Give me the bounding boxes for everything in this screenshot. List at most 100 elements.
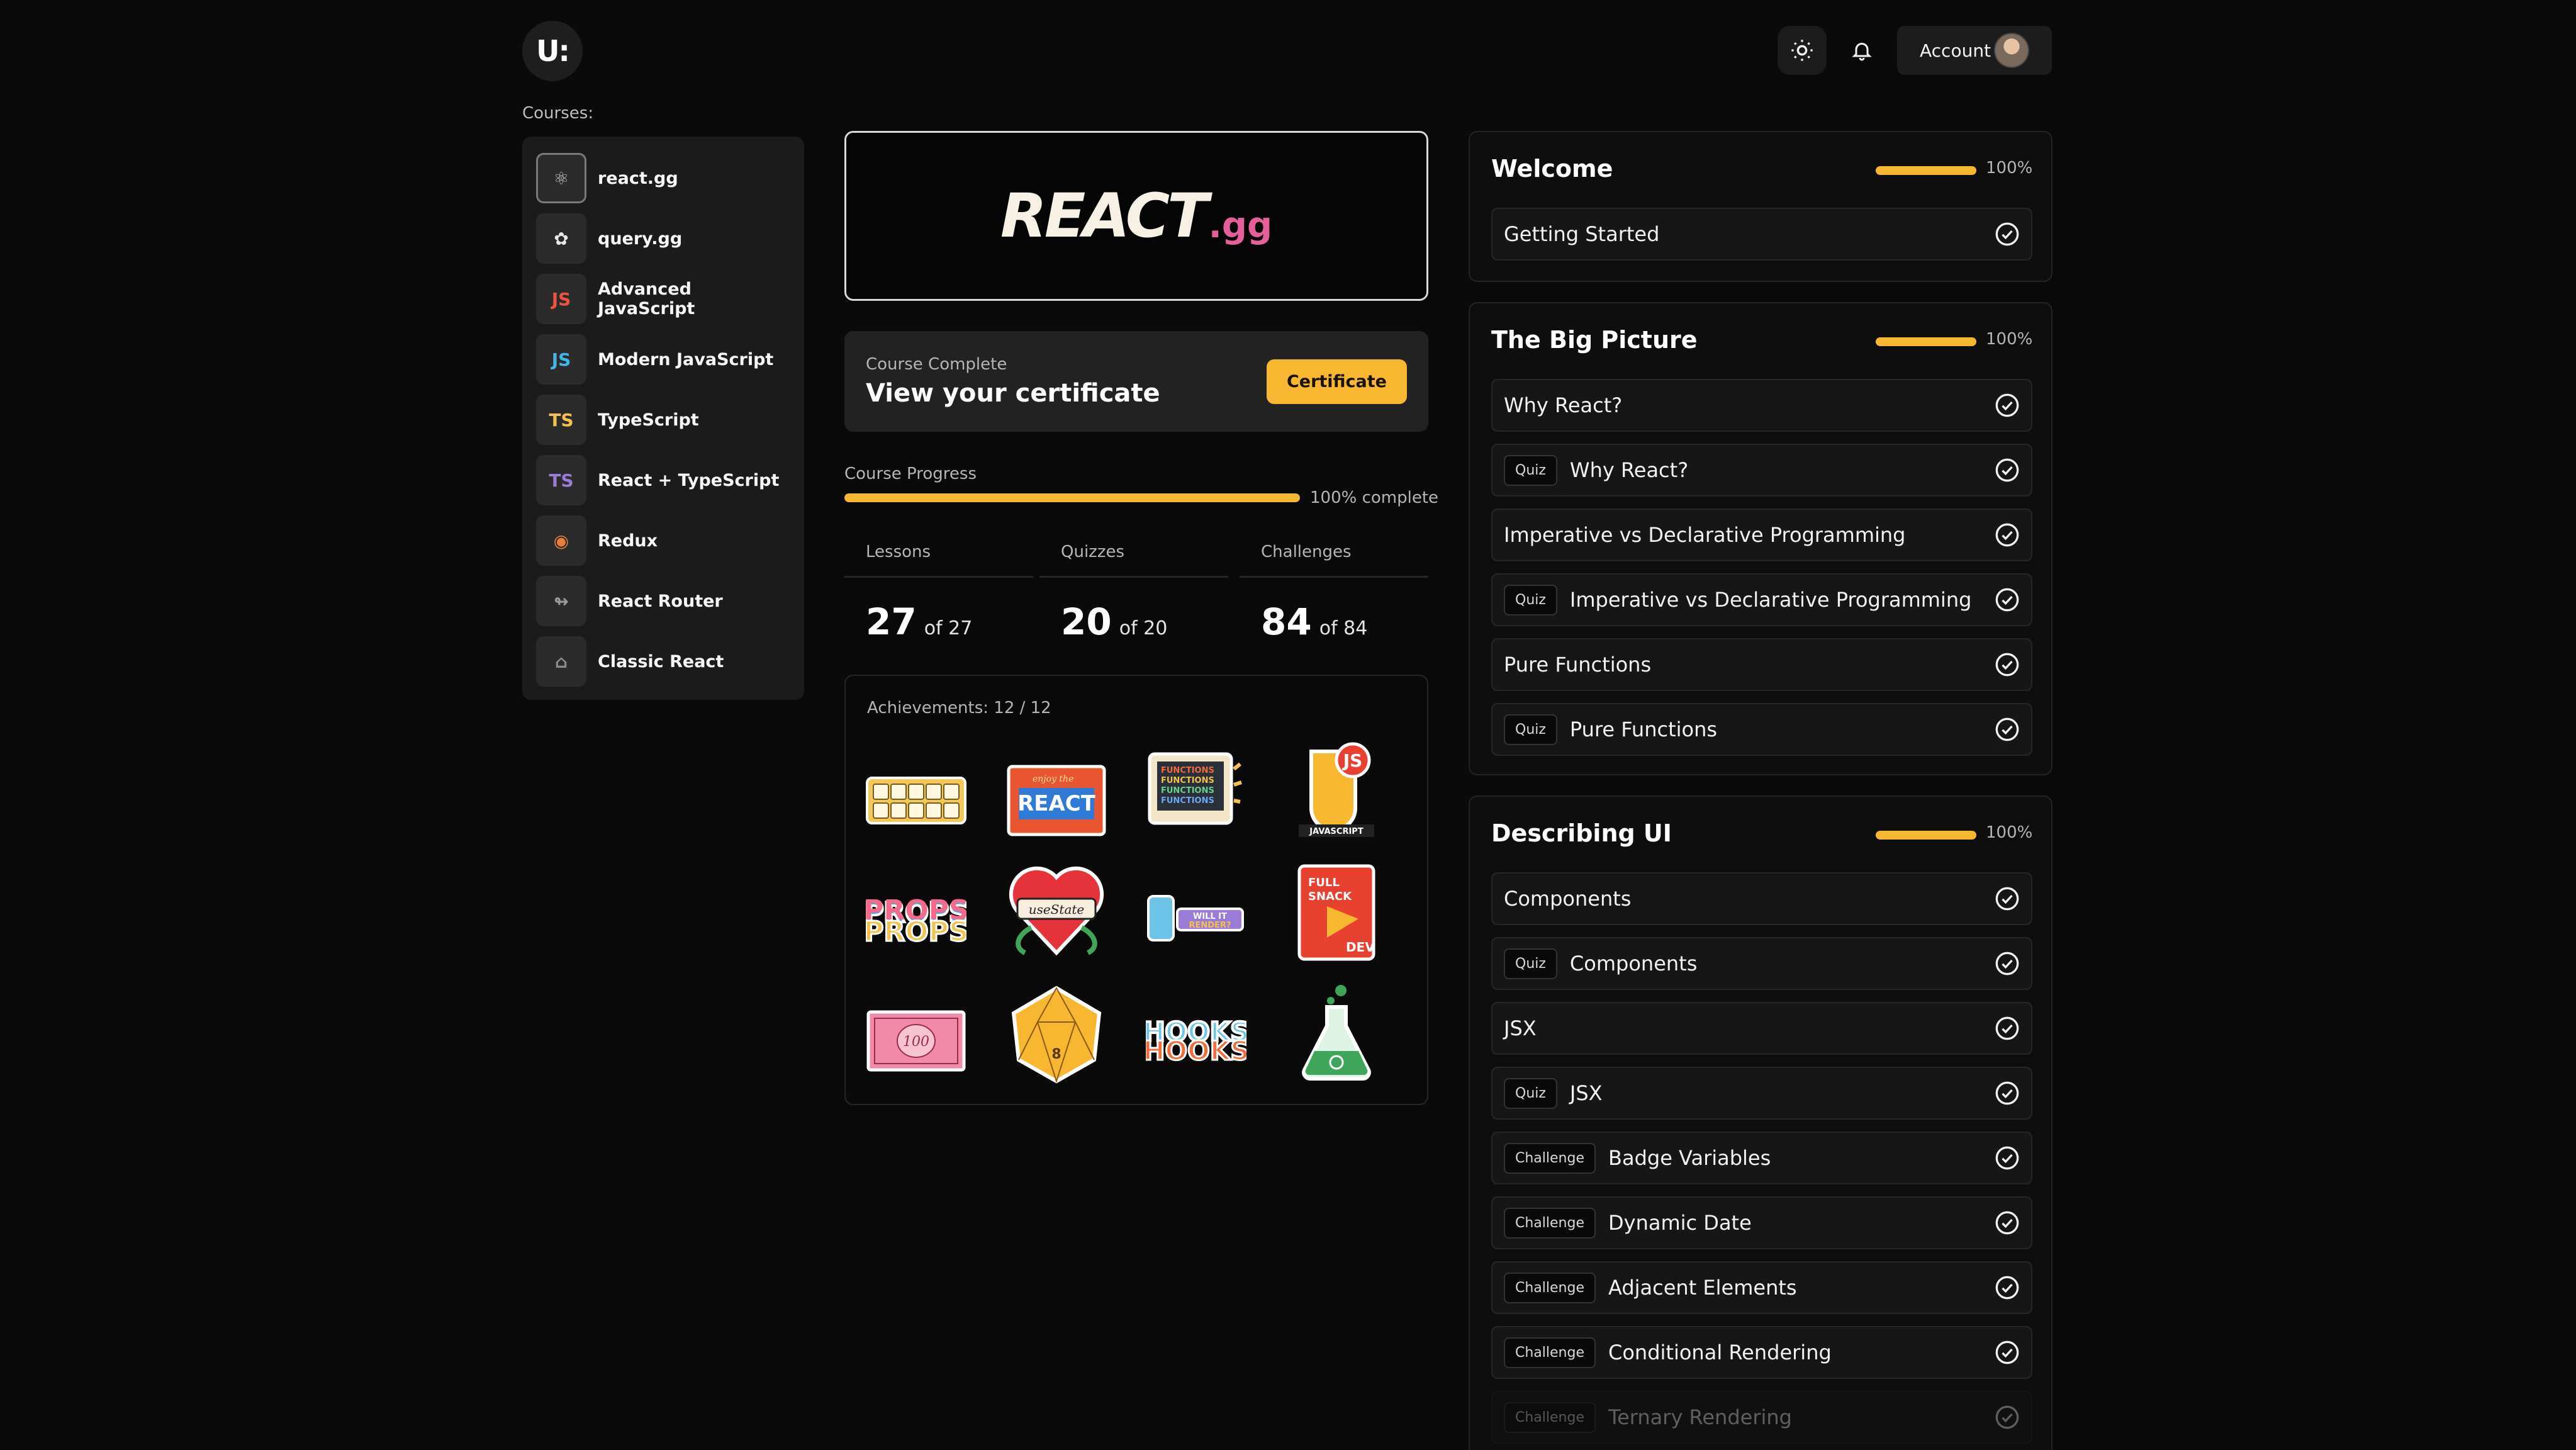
brand-title: REACT (1000, 181, 1209, 251)
hooks-sticker[interactable]: HOOKS HOOKS (1146, 991, 1246, 1091)
lesson-label: Components (1569, 952, 1698, 975)
lesson-label: Badge Variables (1608, 1146, 1771, 1170)
lesson-row[interactable]: Challenge Ternary Rendering (1491, 1391, 2032, 1444)
sidebar-item-label: Modern JavaScript (598, 349, 774, 369)
quiz-tag: Quiz (1504, 714, 1557, 745)
sidebar-item-redux[interactable]: ◉ Redux (536, 510, 790, 571)
svg-text:DEV: DEV (1346, 940, 1375, 955)
section-progress-bar (1876, 831, 1976, 840)
section-title: Welcome (1491, 155, 1613, 183)
bell-icon (1852, 43, 1872, 61)
course-progress-fill (844, 493, 1300, 502)
achievements-card: Achievements: 12 / 12 REACT enjoy the FU… (844, 675, 1428, 1105)
lesson-label: Dynamic Date (1608, 1211, 1752, 1235)
dice-sticker[interactable]: 8 (1006, 984, 1107, 1085)
lesson-row[interactable]: Why React? (1491, 379, 2032, 432)
use-state-heart-sticker[interactable]: useState (1006, 858, 1107, 959)
svg-text:useState: useState (1029, 902, 1085, 917)
full-snack-dev-sticker[interactable]: FULL SNACK DEV (1286, 862, 1387, 963)
sidebar-item-modern-javascript[interactable]: JS Modern JavaScript (536, 329, 790, 390)
course-progress-label: Course Progress (844, 464, 977, 483)
stat-label: Lessons (844, 542, 1033, 578)
svg-text:100: 100 (903, 1034, 929, 1050)
check-circle-icon (1995, 653, 2019, 677)
section-title: The Big Picture (1491, 326, 1698, 354)
course-status: Course Complete (866, 355, 1007, 374)
sidebar-item-label: React Router (598, 591, 723, 611)
check-circle-icon (1995, 1211, 2019, 1235)
section-the-big-picture: The Big Picture 100% Why React? Quiz Why Rea… (1469, 302, 2052, 775)
lesson-row[interactable]: Challenge Conditional Rendering (1491, 1326, 2032, 1379)
svg-text:HOOKS: HOOKS (1146, 1035, 1246, 1066)
stat-challenges: Challenges 84 of 84 (1240, 542, 1428, 643)
svg-text:SNACK: SNACK (1308, 890, 1352, 903)
lesson-row[interactable]: Imperative vs Declarative Programming (1491, 509, 2032, 561)
lesson-row[interactable]: JSX (1491, 1002, 2032, 1055)
lesson-row[interactable]: Quiz Imperative vs Declarative Programmin… (1491, 573, 2032, 626)
lesson-row[interactable]: Challenge Badge Variables (1491, 1132, 2032, 1184)
lesson-row[interactable]: Challenge Dynamic Date (1491, 1196, 2032, 1249)
svg-text:enjoy the: enjoy the (1033, 774, 1073, 784)
check-circle-icon (1995, 1340, 2019, 1364)
section-percent: 100% (1986, 823, 2033, 842)
hundred-bill-sticker[interactable]: 100 (866, 991, 966, 1091)
sidebar-item-advanced-javascript[interactable]: JS Advanced JavaScript (536, 269, 790, 329)
sidebar-item-react-router[interactable]: ↬ React Router (536, 571, 790, 631)
query-gg-icon: ✿ (536, 213, 586, 264)
course-banner: REACT .gg (844, 131, 1428, 301)
account-label: Account (1920, 40, 1991, 61)
check-circle-icon (1995, 393, 2019, 417)
props-sticker[interactable]: PROPS PROPS PROPS (866, 868, 966, 969)
quiz-tag: Quiz (1504, 1077, 1557, 1109)
svg-text:JAVASCRIPT: JAVASCRIPT (1309, 827, 1364, 836)
challenge-tag: Challenge (1504, 1142, 1596, 1174)
section-welcome: Welcome 100% Getting Started (1469, 131, 2052, 282)
lesson-label: Adjacent Elements (1608, 1276, 1797, 1300)
account-button[interactable]: Account (1897, 26, 2052, 75)
sidebar-item-classic-react[interactable]: ⌂ Classic React (536, 631, 790, 692)
sidebar-item-typescript[interactable]: TS TypeScript (536, 390, 790, 450)
will-it-render-sticker[interactable]: WILL IT RENDER? (1146, 868, 1246, 969)
lesson-row[interactable]: Components (1491, 872, 2032, 925)
challenge-tag: Challenge (1504, 1272, 1596, 1303)
lesson-row[interactable]: Quiz Why React? (1491, 444, 2032, 497)
svg-text:WILL IT: WILL IT (1193, 912, 1227, 921)
app-logo[interactable]: U: (522, 21, 583, 81)
challenge-tag: Challenge (1504, 1207, 1596, 1239)
check-circle-icon (1995, 1146, 2019, 1170)
lesson-label: Why React? (1569, 458, 1689, 482)
sidebar-item-react-typescript[interactable]: TS React + TypeScript (536, 450, 790, 510)
classic-react-icon: ⌂ (536, 636, 586, 687)
brand-suffix: .gg (1208, 205, 1273, 246)
javascript-sticker[interactable]: JS JAVASCRIPT (1286, 739, 1387, 840)
achievements-title: Achievements: 12 / 12 (867, 699, 1051, 717)
lesson-row[interactable]: Pure Functions (1491, 638, 2032, 691)
svg-text:FUNCTIONS: FUNCTIONS (1161, 776, 1214, 785)
flask-sticker[interactable] (1286, 982, 1387, 1082)
svg-text:FUNCTIONS: FUNCTIONS (1161, 796, 1214, 806)
sidebar-item-query-gg[interactable]: ✿ query.gg (536, 208, 790, 269)
stat-value: 20 (1061, 600, 1112, 643)
lesson-row[interactable]: Quiz JSX (1491, 1067, 2032, 1120)
sidebar-item-react-gg[interactable]: ⚛ react.gg (536, 148, 790, 208)
react-gg-icon: ⚛ (536, 153, 586, 203)
certificate-button[interactable]: Certificate (1266, 359, 1407, 404)
lesson-row[interactable]: Challenge Adjacent Elements (1491, 1261, 2032, 1314)
section-progress-fill (1876, 337, 1976, 346)
enjoy-react-sticker[interactable]: REACT enjoy the (1006, 750, 1107, 851)
modern-js-icon: JS (536, 334, 586, 385)
lesson-row[interactable]: Getting Started (1491, 208, 2032, 261)
theme-toggle-button[interactable] (1778, 26, 1827, 75)
lesson-row[interactable]: Quiz Pure Functions (1491, 703, 2032, 756)
lesson-row[interactable]: Quiz Components (1491, 937, 2032, 990)
sidebar-item-label: query.gg (598, 228, 683, 249)
lesson-label: Why React? (1504, 393, 1623, 417)
check-circle-icon (1995, 1081, 2019, 1105)
notifications-button[interactable] (1837, 26, 1886, 75)
keyboard-keys-sticker[interactable] (866, 750, 966, 851)
avatar (1994, 33, 2029, 68)
quiz-tag: Quiz (1504, 948, 1557, 979)
stat-lessons: Lessons 27 of 27 (844, 542, 1033, 643)
stat-quizzes: Quizzes 20 of 20 (1039, 542, 1228, 643)
functions-computer-sticker[interactable]: FUNCTIONS FUNCTIONS FUNCTIONS FUNCTIONS (1146, 744, 1246, 845)
